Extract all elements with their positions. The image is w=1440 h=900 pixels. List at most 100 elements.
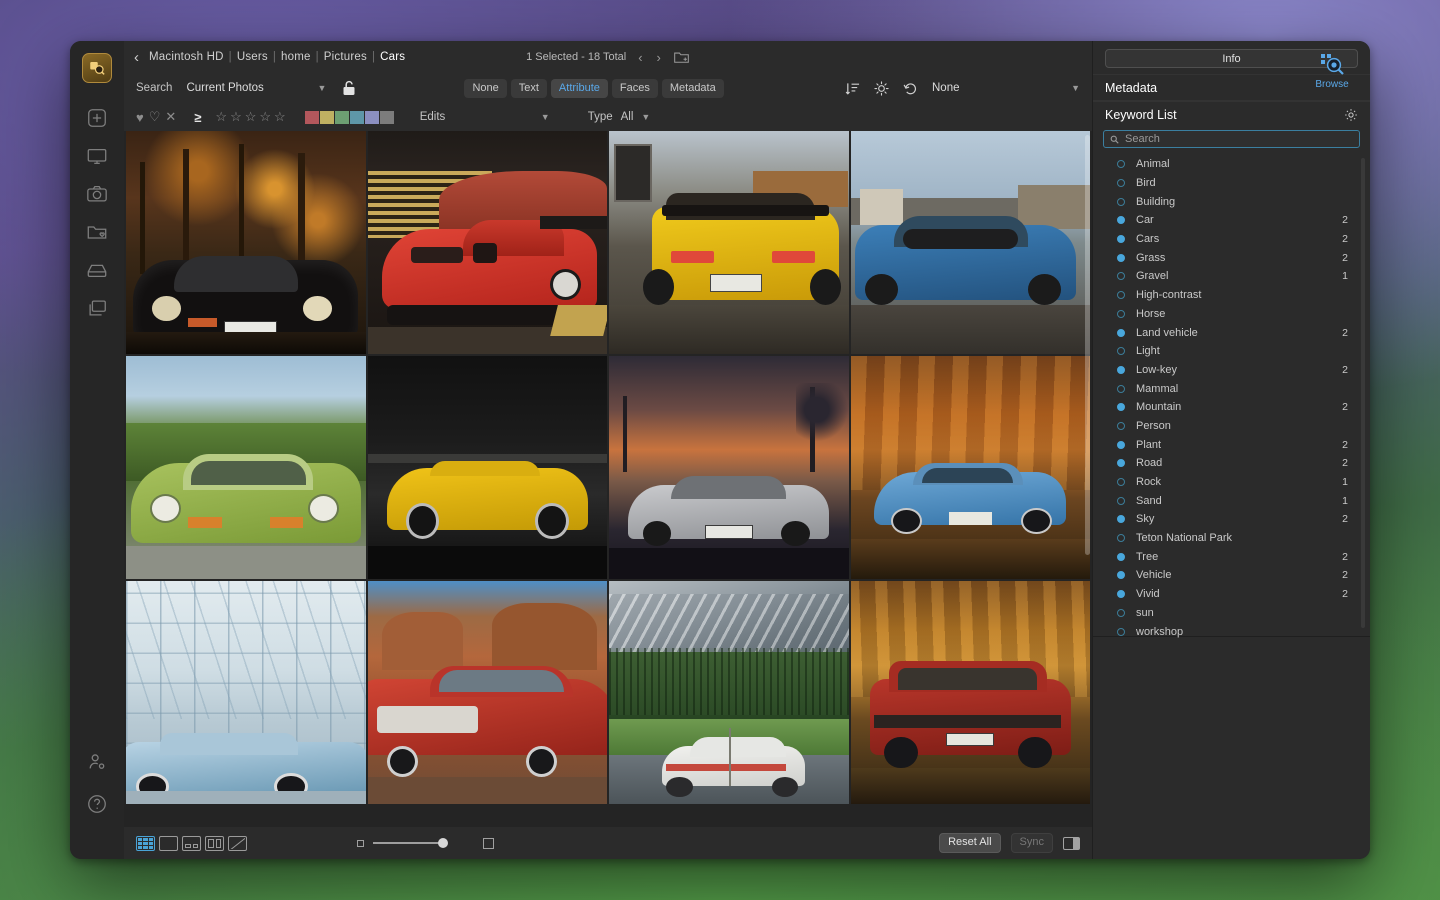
- filter-segment-attribute[interactable]: Attribute: [551, 79, 608, 98]
- color-swatch-red[interactable]: [305, 111, 319, 124]
- photo-thumbnail[interactable]: [851, 131, 1091, 354]
- back-button[interactable]: ‹: [130, 50, 149, 65]
- keyword-toggle-dot[interactable]: [1117, 198, 1125, 206]
- keyword-toggle-dot[interactable]: [1117, 497, 1125, 505]
- keyword-row[interactable]: Teton National Park: [1093, 529, 1370, 548]
- keyword-toggle-dot[interactable]: [1117, 179, 1125, 187]
- breadcrumb-item-4[interactable]: Cars: [380, 51, 405, 63]
- keyword-row[interactable]: Grass2: [1093, 248, 1370, 267]
- photo-thumbnail[interactable]: [851, 356, 1091, 579]
- keyword-row[interactable]: Mammal: [1093, 379, 1370, 398]
- keyword-toggle-dot[interactable]: [1117, 347, 1125, 355]
- star-rating-filter[interactable]: ☆☆☆☆☆: [215, 109, 288, 125]
- filter-preset-select[interactable]: None ▼: [932, 82, 1080, 94]
- keyword-row[interactable]: Horse: [1093, 305, 1370, 324]
- keyword-toggle-dot[interactable]: [1117, 609, 1125, 617]
- keyword-row[interactable]: Person: [1093, 417, 1370, 436]
- keyword-row[interactable]: Vivid2: [1093, 585, 1370, 604]
- keyword-row[interactable]: Vehicle2: [1093, 566, 1370, 585]
- keyword-list-scrollbar[interactable]: [1361, 158, 1365, 628]
- photo-thumbnail[interactable]: [851, 581, 1091, 804]
- photo-thumbnail[interactable]: [368, 356, 608, 579]
- display-icon[interactable]: [84, 143, 110, 169]
- keyword-toggle-dot[interactable]: [1117, 515, 1125, 523]
- small-thumbnail-icon[interactable]: [357, 840, 364, 847]
- keyword-row[interactable]: Plant2: [1093, 435, 1370, 454]
- next-image-button[interactable]: ›: [655, 50, 663, 65]
- split-horizontal-view-button[interactable]: [182, 836, 201, 851]
- reset-all-button[interactable]: Reset All: [939, 833, 1000, 853]
- photo-thumbnail[interactable]: [126, 131, 366, 354]
- photo-thumbnail[interactable]: [609, 131, 849, 354]
- keyword-toggle-dot[interactable]: [1117, 571, 1125, 579]
- keyword-toggle-dot[interactable]: [1117, 403, 1125, 411]
- keyword-toggle-dot[interactable]: [1117, 553, 1125, 561]
- keyword-row[interactable]: Tree2: [1093, 547, 1370, 566]
- folder-add-icon[interactable]: [673, 50, 690, 65]
- keyword-toggle-dot[interactable]: [1117, 254, 1125, 262]
- breadcrumb-item-3[interactable]: Pictures: [324, 51, 367, 63]
- sort-icon[interactable]: [845, 81, 860, 96]
- brightness-icon[interactable]: [874, 81, 889, 96]
- search-source-select[interactable]: Current Photos ▼: [186, 82, 326, 94]
- large-thumbnail-icon[interactable]: [483, 838, 494, 849]
- color-swatch-green[interactable]: [335, 111, 349, 124]
- photo-grid-container[interactable]: [124, 131, 1092, 827]
- photo-thumbnail[interactable]: [368, 581, 608, 804]
- keyword-row[interactable]: Animal: [1093, 155, 1370, 174]
- color-swatch-purple[interactable]: [365, 111, 379, 124]
- keyword-toggle-dot[interactable]: [1117, 534, 1125, 542]
- keyword-row[interactable]: Rock1: [1093, 473, 1370, 492]
- keyword-toggle-dot[interactable]: [1117, 291, 1125, 299]
- photo-thumbnail[interactable]: [609, 356, 849, 579]
- keyword-row[interactable]: Cars2: [1093, 230, 1370, 249]
- breadcrumb-item-1[interactable]: Users: [237, 51, 268, 63]
- keyword-toggle-dot[interactable]: [1117, 590, 1125, 598]
- keyword-row[interactable]: workshop: [1093, 622, 1370, 641]
- keyword-row[interactable]: Bird: [1093, 174, 1370, 193]
- keyword-toggle-dot[interactable]: [1117, 366, 1125, 374]
- keyword-row[interactable]: Gravel1: [1093, 267, 1370, 286]
- keyword-search-input[interactable]: Search: [1103, 130, 1360, 148]
- camera-icon[interactable]: [84, 181, 110, 207]
- grid-scrollbar[interactable]: [1085, 135, 1090, 555]
- keyword-row[interactable]: Car2: [1093, 211, 1370, 230]
- layers-icon[interactable]: [84, 295, 110, 321]
- single-view-button[interactable]: [159, 836, 178, 851]
- folder-heart-icon[interactable]: [84, 219, 110, 245]
- keyword-row[interactable]: Sky2: [1093, 510, 1370, 529]
- split-vertical-view-button[interactable]: [205, 836, 224, 851]
- keyword-toggle-dot[interactable]: [1117, 160, 1125, 168]
- previous-image-button[interactable]: ‹: [636, 50, 644, 65]
- help-icon[interactable]: [84, 791, 110, 817]
- keyword-toggle-dot[interactable]: [1117, 422, 1125, 430]
- filter-segment-faces[interactable]: Faces: [612, 79, 658, 98]
- keyword-row[interactable]: Building: [1093, 192, 1370, 211]
- app-icon[interactable]: [82, 53, 112, 83]
- pick-flag-filled-icon[interactable]: ♥: [136, 110, 144, 125]
- photo-thumbnail[interactable]: [368, 131, 608, 354]
- right-panel-toggle-icon[interactable]: [1063, 837, 1080, 850]
- unlocked-padlock-icon[interactable]: [342, 80, 356, 96]
- color-swatch-blue[interactable]: [350, 111, 364, 124]
- keyword-toggle-dot[interactable]: [1117, 235, 1125, 243]
- photo-thumbnail[interactable]: [126, 581, 366, 804]
- keyword-row[interactable]: High-contrast: [1093, 286, 1370, 305]
- keyword-toggle-dot[interactable]: [1117, 272, 1125, 280]
- color-swatch-yellow[interactable]: [320, 111, 334, 124]
- drive-icon[interactable]: [84, 257, 110, 283]
- keyword-toggle-dot[interactable]: [1117, 310, 1125, 318]
- rating-comparator[interactable]: ≥: [194, 110, 201, 125]
- keyword-toggle-dot[interactable]: [1117, 385, 1125, 393]
- keyword-row[interactable]: Sand1: [1093, 491, 1370, 510]
- color-swatch-none[interactable]: [380, 111, 394, 124]
- keyword-row[interactable]: Low-key2: [1093, 361, 1370, 380]
- type-filter-group[interactable]: Type All ▼: [588, 111, 651, 123]
- grid-view-button[interactable]: [136, 836, 155, 851]
- keyword-row[interactable]: Road2: [1093, 454, 1370, 473]
- edits-filter-select[interactable]: Edits ▼: [420, 111, 550, 123]
- slider-track[interactable]: [373, 842, 447, 844]
- filter-segment-none[interactable]: None: [464, 79, 506, 98]
- keyword-toggle-dot[interactable]: [1117, 459, 1125, 467]
- keyword-list-container[interactable]: Animal Bird Building Car2 Cars2 Grass2 G…: [1093, 152, 1370, 636]
